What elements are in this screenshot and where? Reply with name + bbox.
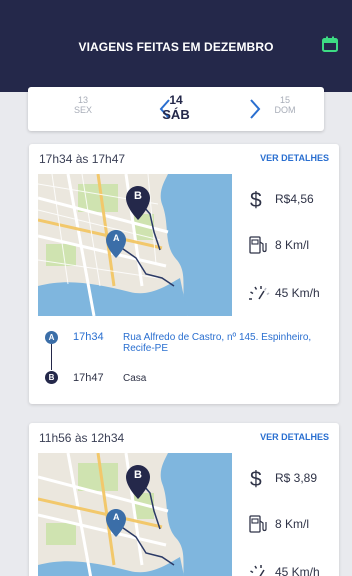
svg-text:$: $ xyxy=(250,189,262,210)
trip-speed-value: 45 Km/h xyxy=(275,286,320,300)
route-connector xyxy=(51,344,52,370)
trip-speed-value: 45 Km/h xyxy=(275,565,320,576)
trip-card[interactable]: 17h34 às 17h47 VER DETALHES A B $ R$4,56… xyxy=(29,144,339,404)
date-current-number: 14 xyxy=(169,93,183,107)
dollar-icon: $ xyxy=(250,468,262,489)
trip-cost-value: R$ 3,89 xyxy=(275,471,318,485)
start-address: Rua Alfredo de Castro, nº 145. Espinheir… xyxy=(123,332,312,354)
date-next-day: DOM xyxy=(274,105,296,115)
start-marker: A xyxy=(45,331,58,344)
map-pin-b-label: B xyxy=(134,190,142,202)
fuel-pump-icon xyxy=(249,515,267,533)
view-details-link[interactable]: VER DETALHES xyxy=(260,153,329,163)
date-next-number: 15 xyxy=(279,95,290,105)
date-next[interactable]: 15 DOM xyxy=(260,95,310,115)
date-prev-day: SEX xyxy=(73,105,92,115)
dollar-icon: $ xyxy=(250,189,262,210)
fuel-pump-icon xyxy=(249,236,267,254)
trip-consumption-value: 8 Km/l xyxy=(275,238,310,252)
trip-card[interactable]: 11h56 às 12h34 VER DETALHES A B $ R$ 3,8… xyxy=(29,423,339,576)
map-pin-a-label: A xyxy=(113,512,120,522)
date-current: 14 SÁB xyxy=(151,93,201,122)
date-current-day: SÁB xyxy=(162,107,190,122)
map-pin-a-label: A xyxy=(113,233,120,243)
end-time: 17h47 xyxy=(73,372,104,384)
trip-consumption-value: 8 Km/l xyxy=(275,517,310,531)
calendar-icon[interactable] xyxy=(322,36,338,52)
date-prev[interactable]: 13 SEX xyxy=(58,95,108,115)
svg-text:$: $ xyxy=(250,468,262,489)
page-title: VIAGENS FEITAS EM DEZEMBRO xyxy=(78,40,274,54)
trip-cost-value: R$4,56 xyxy=(275,192,314,206)
end-marker: B xyxy=(45,371,58,384)
route-map[interactable]: A B xyxy=(38,174,232,316)
app-header: VIAGENS FEITAS EM DEZEMBRO xyxy=(0,0,352,92)
end-address: Casa xyxy=(123,373,147,384)
speedometer-icon xyxy=(250,565,265,576)
speedometer-icon xyxy=(249,286,270,300)
map-pin-b-label: B xyxy=(134,469,142,481)
trip-time-range: 11h56 às 12h34 xyxy=(39,431,125,445)
trip-time-range: 17h34 às 17h47 xyxy=(39,152,126,166)
date-navigator: 13 SEX 14 SÁB 15 DOM xyxy=(28,87,324,131)
route-map[interactable]: A B xyxy=(38,453,232,576)
date-prev-number: 13 xyxy=(77,95,88,105)
view-details-link[interactable]: VER DETALHES xyxy=(260,432,329,442)
start-time: 17h34 xyxy=(73,331,104,343)
